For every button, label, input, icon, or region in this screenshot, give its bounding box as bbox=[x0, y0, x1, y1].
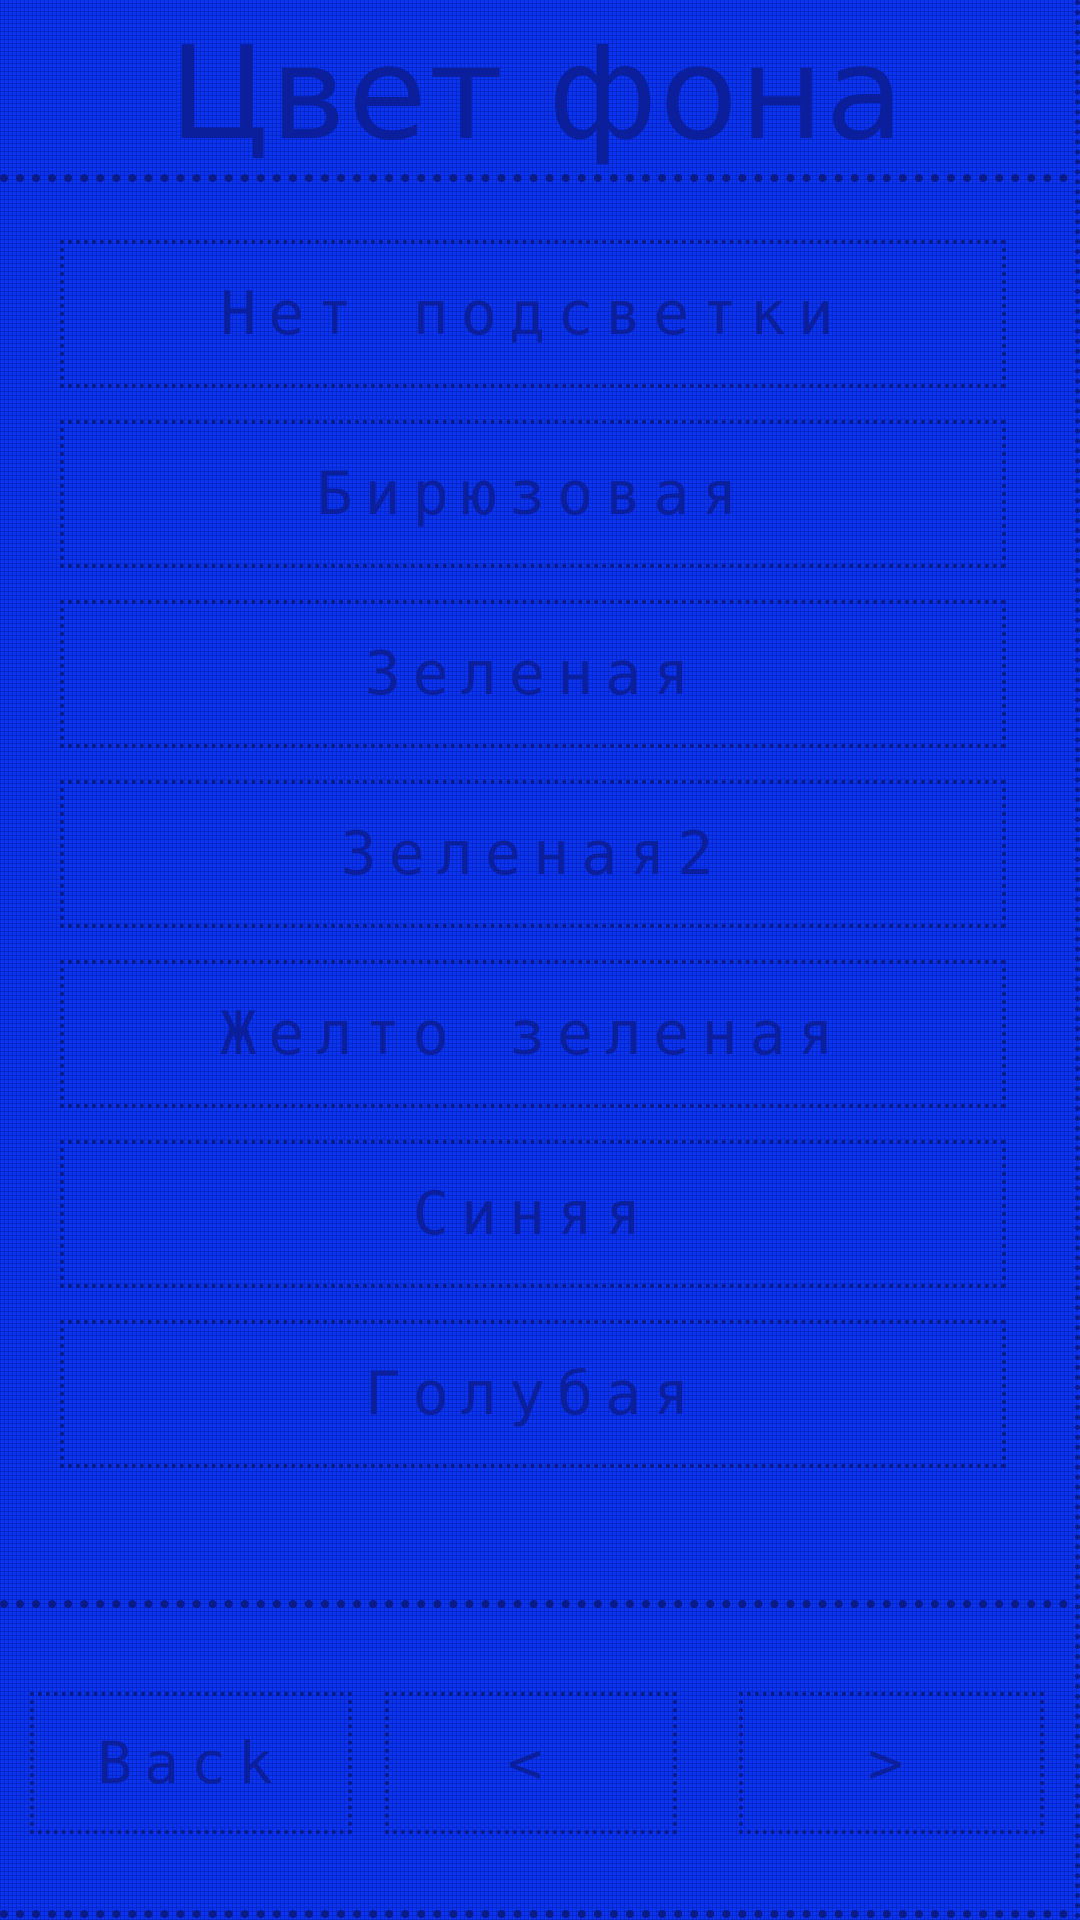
bottom-divider bbox=[0, 1910, 1068, 1918]
footer-divider bbox=[0, 1600, 1068, 1608]
header-divider bbox=[0, 174, 1068, 182]
previous-page-button[interactable]: < bbox=[385, 1692, 677, 1834]
page-title: Цвет фона bbox=[169, 20, 906, 169]
next-page-button[interactable]: > bbox=[739, 1692, 1044, 1834]
menu-item-blue[interactable]: Синяя bbox=[60, 1140, 1006, 1288]
menu-item-light-blue[interactable]: Голубая bbox=[60, 1320, 1006, 1468]
back-button[interactable]: Back bbox=[30, 1692, 352, 1834]
menu-item-yellow-green[interactable]: Желто зеленая bbox=[60, 960, 1006, 1108]
screen: Цвет фона Нет подсветки Бирюзовая Зелена… bbox=[0, 0, 1080, 1920]
menu-item-no-backlight[interactable]: Нет подсветки bbox=[60, 240, 1006, 388]
menu-item-green[interactable]: Зеленая bbox=[60, 600, 1006, 748]
menu-item-green2[interactable]: Зеленая2 bbox=[60, 780, 1006, 928]
menu-item-turquoise[interactable]: Бирюзовая bbox=[60, 420, 1006, 568]
background-color-menu: Нет подсветки Бирюзовая Зеленая Зеленая2… bbox=[60, 240, 1006, 1500]
